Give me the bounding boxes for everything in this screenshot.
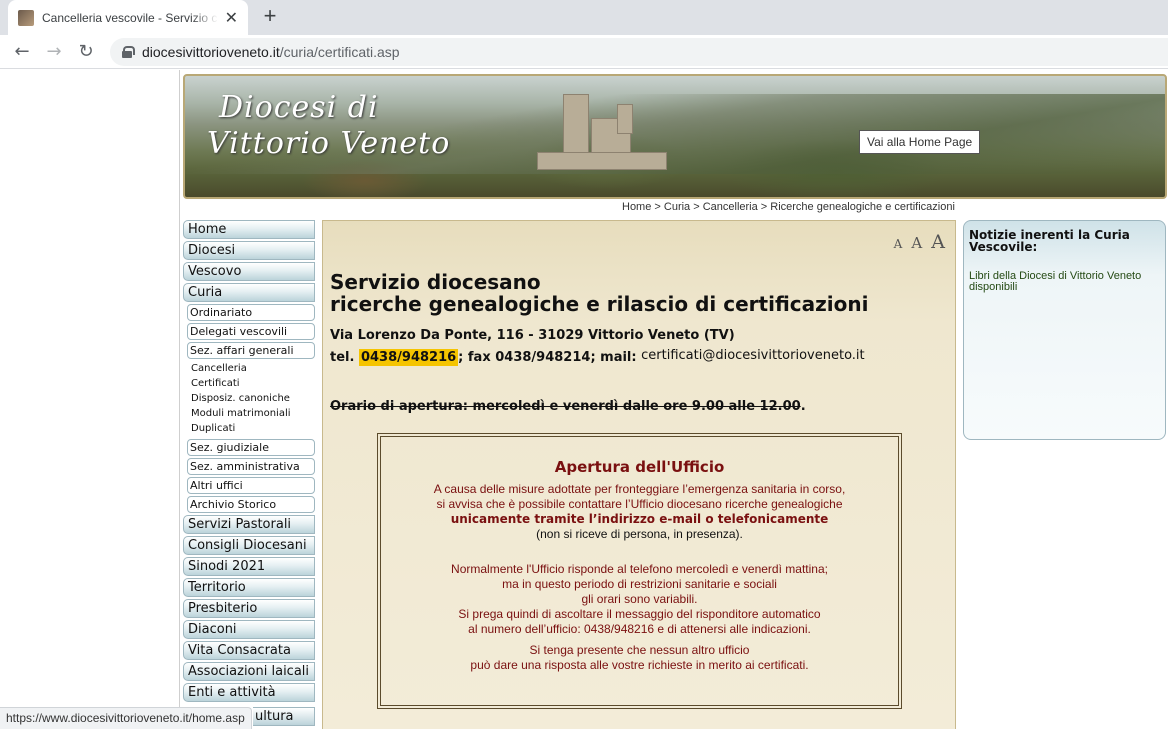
news-sidebar-title: Notizie inerenti la Curia Vescovile: [969, 228, 1130, 254]
font-size-controls: A A A [890, 231, 945, 253]
web-page: Diocesi di Vittorio Veneto Vai alla Home… [0, 70, 1168, 729]
notice-text: Si tenga presente che nessun altro uffic… [529, 643, 750, 657]
main-content: A A A Servizio diocesano ricerche geneal… [322, 220, 956, 729]
opening-hours-struck: Orario di apertura: mercoledì e venerdì … [330, 399, 801, 414]
notice-emphasis: unicamente tramite l’indirizzo e-mail o … [450, 512, 829, 526]
page-divider [179, 70, 180, 729]
font-small-button[interactable]: A [894, 237, 903, 251]
submenu-archivio-storico[interactable]: Archivio Storico [187, 496, 315, 513]
menu-item-cultura[interactable]: ultura [253, 707, 315, 726]
url-text: diocesivittorioveneto.it/curia/certifica… [142, 44, 400, 60]
page-title-line-2: ricerche genealogiche e rilascio di cert… [330, 292, 869, 316]
close-tab-icon[interactable]: ✕ [225, 8, 238, 27]
castle-image [537, 90, 667, 180]
tab-title: Cancelleria vescovile - Servizio ce [42, 10, 218, 25]
notice-text: ma in questo periodo di restrizioni sani… [502, 577, 777, 591]
submenu-giudiziale[interactable]: Sez. giudiziale [187, 439, 315, 456]
office-notice-box: Apertura dell'Ufficio A causa delle misu… [377, 433, 902, 709]
status-url-bubble: https://www.diocesivittorioveneto.it/hom… [0, 707, 252, 729]
submenu-moduli-matrimoniali[interactable]: Moduli matrimoniali [183, 406, 315, 421]
menu-item-home[interactable]: Home [183, 220, 315, 239]
notice-text: (non si riceve di persona, in presenza). [536, 527, 743, 541]
menu-item-diaconi[interactable]: Diaconi [183, 620, 315, 639]
browser-tab[interactable]: Cancelleria vescovile - Servizio ce ✕ [8, 0, 248, 35]
notice-text: gli orari sono variabili. [581, 592, 698, 606]
office-address: Via Lorenzo Da Ponte, 116 - 31029 Vittor… [330, 328, 735, 343]
browser-toolbar: ← → ↻ diocesivittorioveneto.it/curia/cer… [0, 35, 1168, 69]
submenu-amministrativa[interactable]: Sez. amministrativa [187, 458, 315, 475]
left-menu: Home Diocesi Vescovo Curia Ordinariato D… [183, 220, 315, 704]
menu-item-servizi-pastorali[interactable]: Servizi Pastorali [183, 515, 315, 534]
menu-item-vescovo[interactable]: Vescovo [183, 262, 315, 281]
notice-title: Apertura dell'Ufficio [554, 458, 725, 476]
submenu-certificati[interactable]: Certificati [183, 376, 315, 391]
email-link[interactable]: certificati@diocesivittorioveneto.it [641, 348, 865, 363]
forward-arrow-icon[interactable]: → [42, 40, 66, 64]
menu-item-sinodi[interactable]: Sinodi 2021 [183, 557, 315, 576]
menu-item-enti-attivita[interactable]: Enti e attività [183, 683, 315, 702]
header-banner: Diocesi di Vittorio Veneto Vai alla Home… [183, 74, 1167, 199]
lock-icon [122, 46, 135, 58]
page-title-line-1: Servizio diocesano [330, 270, 541, 294]
submenu-disposiz-canoniche[interactable]: Disposiz. canoniche [183, 391, 315, 406]
notice-text: Normalmente l'Ufficio risponde al telefo… [451, 562, 828, 576]
menu-item-consigli-diocesani[interactable]: Consigli Diocesani [183, 536, 315, 555]
logo-line-2: Vittorio Veneto [207, 126, 451, 161]
contact-line: tel. 0438/948216; fax 0438/948214; mail:… [330, 348, 865, 366]
office-notice-inner: Apertura dell'Ufficio A causa delle misu… [380, 436, 899, 706]
submenu-altri-uffici[interactable]: Altri uffici [187, 477, 315, 494]
breadcrumb[interactable]: Home > Curia > Cancelleria > Ricerche ge… [622, 201, 955, 213]
tel-label: tel. [330, 350, 355, 365]
favicon-icon [18, 9, 34, 26]
opening-hours-end: . [800, 399, 806, 414]
notice-text: A causa delle misure adottate per fronte… [433, 482, 846, 496]
news-sidebar: Notizie inerenti la Curia Vescovile: Lib… [963, 220, 1166, 440]
font-large-button[interactable]: A [931, 231, 945, 253]
opening-hours: Orario di apertura: mercoledì e venerdì … [330, 399, 806, 414]
submenu-cancelleria[interactable]: Cancelleria [183, 361, 315, 376]
tab-strip: Cancelleria vescovile - Servizio ce ✕ + [0, 0, 1168, 35]
logo-line-1: Diocesi di [219, 90, 379, 125]
menu-item-curia[interactable]: Curia [183, 283, 315, 302]
new-tab-button[interactable]: + [258, 5, 282, 29]
back-arrow-icon[interactable]: ← [10, 40, 34, 64]
notice-text: al numero dell’ufficio: 0438/948216 e di… [468, 622, 811, 636]
submenu-duplicati[interactable]: Duplicati [183, 421, 315, 436]
submenu-delegati-vescovili[interactable]: Delegati vescovili [187, 323, 315, 340]
reload-icon[interactable]: ↻ [74, 40, 98, 64]
menu-item-associazioni-laicali[interactable]: Associazioni laicali [183, 662, 315, 681]
news-link-libri[interactable]: Libri della Diocesi di Vittorio Veneto d… [969, 271, 1160, 293]
home-page-link[interactable]: Vai alla Home Page [859, 130, 981, 154]
site-logo[interactable]: Diocesi di Vittorio Veneto [207, 90, 450, 162]
fax-mail-text: ; fax 0438/948214; mail: [458, 350, 637, 365]
address-bar[interactable]: diocesivittorioveneto.it/curia/certifica… [110, 38, 1168, 66]
menu-item-territorio[interactable]: Territorio [183, 578, 315, 597]
menu-item-diocesi[interactable]: Diocesi [183, 241, 315, 260]
notice-text: può dare una risposta alle vostre richie… [470, 658, 809, 672]
menu-item-vita-consacrata[interactable]: Vita Consacrata [183, 641, 315, 660]
page-title: Servizio diocesano ricerche genealogiche… [330, 271, 868, 315]
submenu-ordinariato[interactable]: Ordinariato [187, 304, 315, 321]
font-medium-button[interactable]: A [911, 234, 922, 252]
submenu-affari-generali[interactable]: Sez. affari generali [187, 342, 315, 359]
phone-number-link[interactable]: 0438/948216 [358, 349, 459, 366]
menu-item-presbiterio[interactable]: Presbiterio [183, 599, 315, 618]
notice-text: Si prega quindi di ascoltare il messaggi… [458, 607, 821, 621]
notice-text: si avvisa che è possibile contattare l’U… [436, 497, 843, 511]
